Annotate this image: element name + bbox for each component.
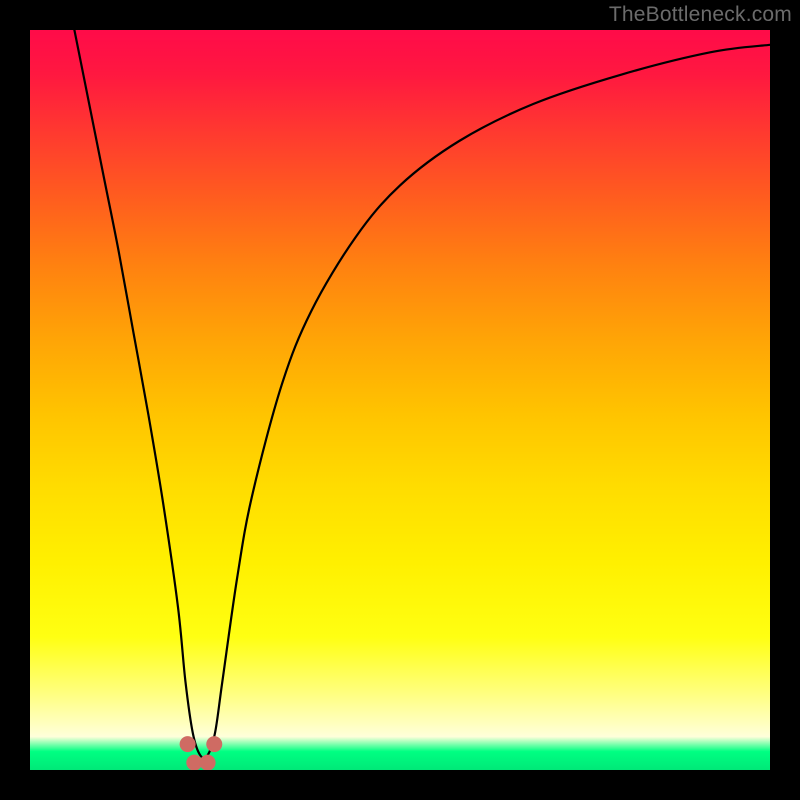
- valley-right-bot: [200, 755, 216, 770]
- curve-layer: [30, 30, 770, 770]
- attribution-text: TheBottleneck.com: [609, 0, 792, 30]
- valley-right-top: [206, 736, 222, 752]
- chart-frame: TheBottleneck.com: [0, 0, 800, 800]
- valley-left-top: [180, 736, 196, 752]
- plot-area: [30, 30, 770, 770]
- bottleneck-curve: [74, 30, 770, 758]
- valley-markers: [180, 736, 223, 770]
